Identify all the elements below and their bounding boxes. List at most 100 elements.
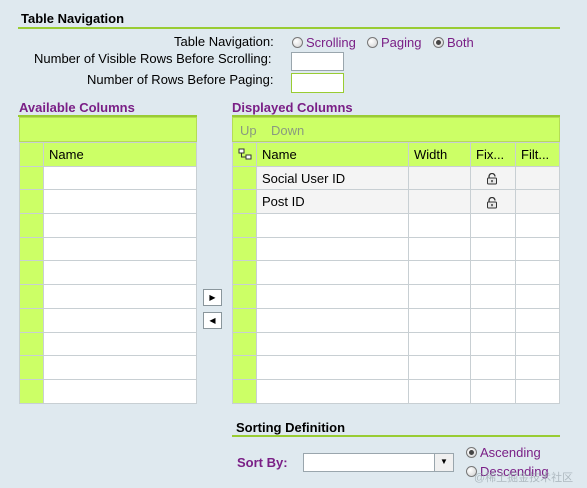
fixed-cell[interactable] [470, 331, 516, 357]
table-row[interactable] [19, 189, 197, 215]
table-row[interactable]: Social User ID [232, 165, 560, 191]
row-selector[interactable] [232, 307, 257, 333]
row-selector[interactable] [232, 189, 257, 215]
filter-cell[interactable] [515, 284, 560, 309]
filter-cell[interactable] [515, 213, 560, 238]
name-cell[interactable]: Social User ID [256, 165, 409, 191]
filter-cell[interactable] [515, 355, 560, 380]
name-column-header[interactable]: Name [43, 142, 197, 167]
table-row[interactable] [19, 307, 197, 333]
name-cell[interactable] [256, 260, 409, 286]
filter-cell[interactable] [515, 165, 560, 191]
table-row[interactable] [19, 355, 197, 380]
name-cell[interactable] [43, 260, 197, 286]
table-row[interactable] [19, 260, 197, 286]
row-selector[interactable] [19, 213, 44, 238]
fixed-cell[interactable] [470, 355, 516, 380]
table-row[interactable] [232, 331, 560, 357]
width-cell[interactable] [408, 331, 471, 357]
row-selector[interactable] [232, 355, 257, 380]
table-row[interactable] [232, 213, 560, 238]
row-selector[interactable] [19, 355, 44, 380]
row-selector[interactable] [19, 331, 44, 357]
width-cell[interactable] [408, 165, 471, 191]
row-selector[interactable] [19, 284, 44, 309]
radio-ascending-icon[interactable] [466, 447, 477, 458]
chevron-down-icon[interactable]: ▼ [434, 454, 453, 471]
name-cell[interactable] [256, 284, 409, 309]
filter-cell[interactable] [515, 378, 560, 404]
width-column-header[interactable]: Width [408, 142, 471, 167]
width-cell[interactable] [408, 378, 471, 404]
name-cell[interactable] [43, 355, 197, 380]
name-cell[interactable] [43, 331, 197, 357]
name-cell[interactable] [43, 284, 197, 309]
row-selector[interactable] [232, 378, 257, 404]
move-left-button[interactable]: ◀ [203, 312, 222, 329]
width-cell[interactable] [408, 355, 471, 380]
filter-cell[interactable] [515, 307, 560, 333]
name-cell[interactable] [43, 189, 197, 215]
radio-ascending[interactable]: Ascending [466, 445, 541, 460]
name-cell[interactable] [43, 307, 197, 333]
filter-cell[interactable] [515, 236, 560, 262]
name-cell[interactable] [256, 378, 409, 404]
row-selector[interactable] [19, 189, 44, 215]
table-row[interactable] [232, 260, 560, 286]
table-row[interactable] [19, 236, 197, 262]
name-cell[interactable] [43, 378, 197, 404]
row-selector[interactable] [232, 213, 257, 238]
name-cell[interactable] [43, 236, 197, 262]
filter-column-header[interactable]: Filt... [515, 142, 560, 167]
down-button[interactable]: Down [271, 123, 304, 138]
table-row[interactable] [232, 378, 560, 404]
name-cell[interactable] [256, 236, 409, 262]
table-row[interactable] [232, 307, 560, 333]
name-cell[interactable]: Post ID [256, 189, 409, 215]
table-row[interactable] [19, 378, 197, 404]
name-cell[interactable] [256, 307, 409, 333]
select-all-header[interactable] [19, 142, 44, 167]
fixed-column-header[interactable]: Fix... [470, 142, 516, 167]
name-cell[interactable] [43, 213, 197, 238]
table-row[interactable] [19, 213, 197, 238]
fixed-cell[interactable] [470, 284, 516, 309]
width-cell[interactable] [408, 307, 471, 333]
width-cell[interactable] [408, 213, 471, 238]
name-cell[interactable] [256, 355, 409, 380]
fixed-cell[interactable] [470, 236, 516, 262]
table-row[interactable] [232, 284, 560, 309]
visible-rows-input[interactable] [291, 52, 344, 71]
row-selector[interactable] [232, 284, 257, 309]
fixed-cell[interactable] [470, 260, 516, 286]
radio-paging[interactable]: Paging [367, 35, 421, 50]
table-row[interactable] [232, 355, 560, 380]
radio-both[interactable]: Both [433, 35, 474, 50]
row-selector[interactable] [232, 236, 257, 262]
radio-both-icon[interactable] [433, 37, 444, 48]
row-selector[interactable] [19, 165, 44, 191]
fixed-cell[interactable] [470, 307, 516, 333]
row-selector[interactable] [19, 378, 44, 404]
move-right-button[interactable]: ▶ [203, 289, 222, 306]
radio-scrolling-icon[interactable] [292, 37, 303, 48]
name-column-header[interactable]: Name [256, 142, 409, 167]
table-row[interactable]: Post ID [232, 189, 560, 215]
filter-cell[interactable] [515, 189, 560, 215]
name-cell[interactable] [43, 165, 197, 191]
table-row[interactable] [19, 284, 197, 309]
rows-before-paging-input[interactable] [291, 73, 344, 93]
name-cell[interactable] [256, 213, 409, 238]
filter-cell[interactable] [515, 331, 560, 357]
name-cell[interactable] [256, 331, 409, 357]
table-row[interactable] [232, 236, 560, 262]
up-button[interactable]: Up [240, 123, 257, 138]
table-row[interactable] [19, 331, 197, 357]
radio-paging-icon[interactable] [367, 37, 378, 48]
row-selector[interactable] [19, 236, 44, 262]
filter-cell[interactable] [515, 260, 560, 286]
row-selector[interactable] [232, 260, 257, 286]
fixed-cell[interactable] [470, 378, 516, 404]
width-cell[interactable] [408, 236, 471, 262]
row-selector[interactable] [232, 165, 257, 191]
